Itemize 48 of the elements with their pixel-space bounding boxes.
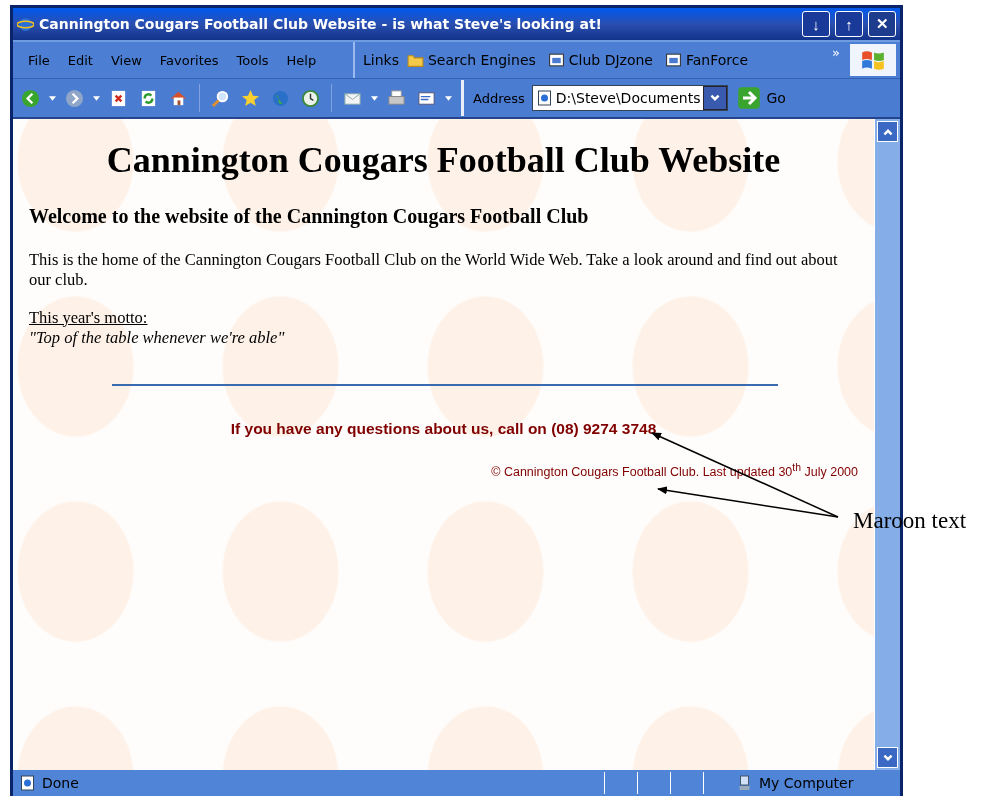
search-icon[interactable] [211, 88, 230, 108]
intro-paragraph: This is the home of the Cannington Cougars Football Club on the World Wide Web. Take a look around and find out about our club. [29, 250, 839, 290]
contact-text: If you have any questions about us, call on (08) 9274 3748 [230, 419, 657, 437]
folder-icon [406, 52, 424, 68]
go-button[interactable]: Go [735, 86, 788, 110]
caret-icon[interactable] [93, 95, 100, 101]
refresh-icon[interactable] [139, 88, 158, 108]
menu-item[interactable]: View [101, 52, 151, 68]
window-control-button[interactable]: ✕ [868, 11, 896, 37]
arrow-right-icon [737, 86, 762, 110]
zone-text: My Computer [759, 775, 854, 791]
link-item[interactable]: FanForce [665, 52, 749, 68]
caret-icon[interactable] [445, 95, 452, 101]
window-control-button[interactable]: ↓ [802, 11, 830, 37]
flag-icon [860, 49, 886, 71]
back-icon[interactable] [21, 88, 40, 108]
page-icon [19, 775, 36, 791]
page-icon [547, 52, 565, 68]
motto-text: "Top of the table whenever we're able" [29, 327, 285, 348]
welcome-heading: Welcome to the website of the Cannington Cougars Football Club [29, 205, 590, 228]
page-icon [535, 90, 553, 106]
address-label: Address [473, 90, 525, 106]
menu-item[interactable]: Edit [58, 52, 102, 68]
stop-icon[interactable] [109, 88, 128, 108]
links-label: Links [363, 52, 399, 68]
dropdown-button[interactable] [703, 86, 728, 110]
history-icon[interactable] [301, 88, 320, 108]
motto-label: This year's motto: [29, 307, 148, 328]
forward-icon[interactable] [65, 88, 84, 108]
menu-item[interactable]: Help [277, 52, 326, 68]
page-icon [665, 52, 682, 68]
menu-item[interactable]: File [19, 52, 59, 68]
address-field[interactable]: D:\Steve\Documents [531, 85, 729, 111]
page-heading: Cannington Cougars Football Club Website [105, 139, 782, 181]
window-control-button[interactable]: ↑ [835, 11, 863, 37]
menu-item[interactable]: Tools [227, 52, 278, 68]
scroll-up-button[interactable] [877, 121, 898, 142]
link-item[interactable]: Search Engines [406, 52, 536, 68]
caret-icon[interactable] [49, 95, 56, 101]
menu-item[interactable]: Favorites [150, 52, 228, 68]
link-item[interactable]: Club DJzone [547, 52, 653, 68]
more-links-chevron[interactable]: » [832, 45, 840, 60]
star-icon[interactable] [241, 88, 260, 108]
window-title: Cannington Cougars Football Club Website - is what Steve's looking at! [39, 16, 603, 32]
status-text: Done [42, 775, 80, 791]
scroll-down-button[interactable] [877, 747, 898, 768]
printer-icon[interactable] [387, 88, 406, 108]
caret-icon[interactable] [371, 95, 378, 101]
